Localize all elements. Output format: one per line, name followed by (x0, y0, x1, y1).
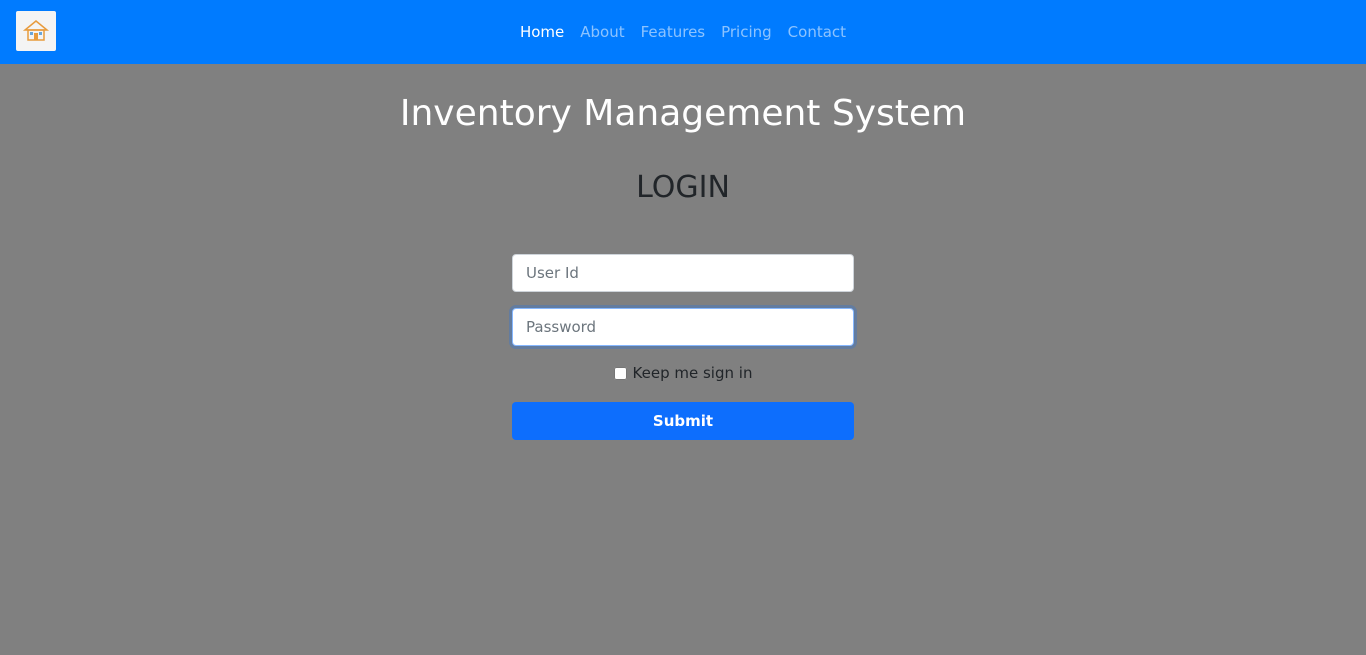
navbar: Home About Features Pricing Contact (0, 0, 1366, 64)
nav-link-home[interactable]: Home (520, 23, 564, 41)
submit-button[interactable]: Submit (512, 402, 854, 440)
nav-link-pricing[interactable]: Pricing (721, 23, 772, 41)
remember-me-label: Keep me sign in (632, 364, 753, 382)
password-input[interactable] (512, 308, 854, 346)
nav-link-about[interactable]: About (580, 23, 624, 41)
nav-links: Home About Features Pricing Contact (0, 0, 1366, 64)
page-title: Inventory Management System (399, 93, 967, 134)
user-id-input[interactable] (512, 254, 854, 292)
login-heading: LOGIN (636, 170, 730, 205)
remember-me: Keep me sign in (0, 364, 1366, 382)
nav-link-features[interactable]: Features (641, 23, 706, 41)
nav-link-contact[interactable]: Contact (788, 23, 846, 41)
remember-me-checkbox[interactable] (613, 366, 627, 380)
